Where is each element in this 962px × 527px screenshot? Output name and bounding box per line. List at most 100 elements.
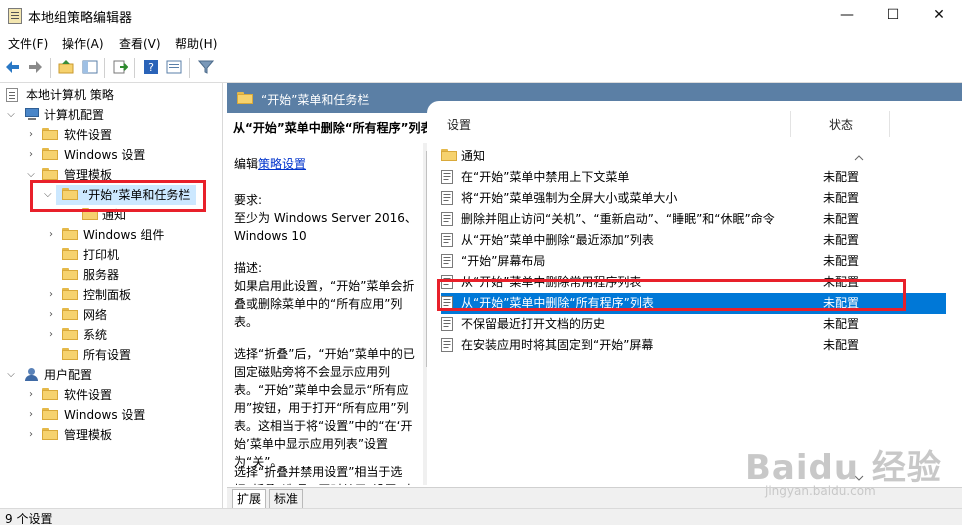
setting-name: 删除并阻止访问“关机”、“重新启动”、“睡眠”和“休眠”命令 <box>461 212 775 226</box>
folder-icon <box>62 328 78 341</box>
folder-icon <box>441 149 457 161</box>
tree-item-user-windows-settings[interactable]: › Windows 设置 <box>4 405 214 425</box>
export-list-icon[interactable] <box>112 59 128 75</box>
tree-pane: 本地计算机 策略 ⌵ 计算机配置 › 软件设置 › Windows 设置 ⌵ 管… <box>0 83 223 508</box>
folder-icon <box>42 428 58 441</box>
svg-text:?: ? <box>148 61 154 74</box>
table-row[interactable]: 在“开始”菜单中禁用上下文菜单 未配置 <box>441 167 946 188</box>
up-folder-icon[interactable] <box>58 59 74 75</box>
tab-extended[interactable]: 扩展 <box>232 489 267 509</box>
description-p3: 选择“折叠并禁用设置”相当于选择“折叠”选项，同时禁用“设置”中的 <box>234 465 415 485</box>
maximize-button[interactable]: ☐ <box>870 0 916 31</box>
collapse-arrow-icon[interactable]: › <box>46 225 56 245</box>
edit-line: 编辑策略设置 <box>234 157 307 171</box>
tree-computer-config[interactable]: ⌵ 计算机配置 <box>4 105 214 125</box>
toolbar-separator <box>134 58 135 78</box>
setting-title: 从“开始”菜单中删除“所有程序”列表 <box>233 121 433 135</box>
column-divider[interactable] <box>889 111 890 137</box>
collapse-arrow-icon[interactable]: › <box>26 405 36 425</box>
document-icon <box>6 88 22 102</box>
menu-file[interactable]: 文件(F) <box>8 35 48 52</box>
watermark-logo: Baidu 经验 <box>745 448 942 488</box>
folder-icon <box>62 228 78 241</box>
highlight-box <box>30 180 206 212</box>
category-title: “开始”菜单和任务栏 <box>261 93 370 107</box>
window-title: 本地组策略编辑器 <box>28 11 133 26</box>
description-label: 描述: <box>234 261 263 275</box>
tree-item-software[interactable]: › 软件设置 <box>4 125 214 145</box>
folder-icon <box>237 92 253 104</box>
collapse-arrow-icon[interactable]: › <box>26 385 36 405</box>
app-icon <box>8 8 22 24</box>
table-row[interactable]: 删除并阻止访问“关机”、“重新启动”、“睡眠”和“休眠”命令 未配置 <box>441 209 946 230</box>
user-icon <box>24 368 40 381</box>
column-divider[interactable] <box>790 111 791 137</box>
help-icon[interactable]: ? <box>143 59 159 75</box>
tree-item-all-settings[interactable]: 所有设置 <box>4 345 214 365</box>
collapse-arrow-icon[interactable]: › <box>26 145 36 165</box>
column-header-state[interactable]: 状态 <box>829 113 853 137</box>
folder-icon <box>62 248 78 261</box>
scroll-up-icon <box>854 155 864 161</box>
setting-name: 将“开始”菜单强制为全屏大小或菜单大小 <box>461 191 678 205</box>
watermark-url: jingyan.baidu.com <box>765 484 876 498</box>
folder-icon <box>62 288 78 301</box>
list-scrollbar[interactable] <box>852 154 866 484</box>
description-pane: 从“开始”菜单中删除“所有程序”列表 编辑策略设置 要求: 至少为 Window… <box>227 113 439 485</box>
table-row[interactable]: 从“开始”菜单中删除“最近添加”列表 未配置 <box>441 230 946 251</box>
tree-item-control-panel[interactable]: › 控制面板 <box>4 285 214 305</box>
highlight-box <box>437 279 906 311</box>
setting-name: 不保留最近打开文档的历史 <box>461 317 606 331</box>
minimize-button[interactable]: — <box>824 0 870 31</box>
tree-item-user-software[interactable]: › 软件设置 <box>4 385 214 405</box>
requirements-text: 至少为 Windows Server 2016、Windows 10 <box>234 211 417 243</box>
close-button[interactable]: ✕ <box>916 0 962 31</box>
expand-arrow-icon[interactable]: ⌵ <box>6 105 16 125</box>
expand-arrow-icon[interactable]: ⌵ <box>6 365 16 385</box>
setting-name: 在安装应用时将其固定到“开始”屏幕 <box>461 338 654 352</box>
tree-item-windows-settings[interactable]: › Windows 设置 <box>4 145 214 165</box>
show-hide-tree-icon[interactable] <box>82 59 98 75</box>
folder-icon <box>42 128 58 141</box>
list-item-folder[interactable]: 通知 <box>441 146 946 167</box>
table-row[interactable]: 将“开始”菜单强制为全屏大小或菜单大小 未配置 <box>441 188 946 209</box>
setting-name: 在“开始”菜单中禁用上下文菜单 <box>461 170 630 184</box>
collapse-arrow-icon[interactable]: › <box>26 125 36 145</box>
properties-icon[interactable] <box>166 59 182 75</box>
table-row[interactable]: 不保留最近打开文档的历史 未配置 <box>441 314 946 335</box>
folder-icon <box>42 408 58 421</box>
menu-view[interactable]: 查看(V) <box>119 35 161 52</box>
tree-item-user-admin-templates[interactable]: › 管理模板 <box>4 425 214 445</box>
tab-standard[interactable]: 标准 <box>269 489 304 509</box>
folder-icon <box>42 148 58 161</box>
column-header-setting[interactable]: 设置 <box>447 113 471 137</box>
requirements-label: 要求: <box>234 193 263 207</box>
tree-item-windows-components[interactable]: › Windows 组件 <box>4 225 214 245</box>
tree-user-config[interactable]: ⌵ 用户配置 <box>4 365 214 385</box>
status-bar: 9 个设置 <box>0 508 962 526</box>
toolbar-separator <box>104 58 105 78</box>
folder-icon <box>62 268 78 281</box>
setting-name: 从“开始”菜单中删除“最近添加”列表 <box>461 233 654 247</box>
status-text: 9 个设置 <box>5 512 53 526</box>
collapse-arrow-icon[interactable]: › <box>46 285 56 305</box>
menu-bar: 文件(F) 操作(A) 查看(V) 帮助(H) <box>0 31 962 53</box>
title-bar: 本地组策略编辑器 — ☐ ✕ <box>0 0 962 31</box>
menu-action[interactable]: 操作(A) <box>62 35 104 52</box>
tree-item-printers[interactable]: 打印机 <box>4 245 214 265</box>
menu-help[interactable]: 帮助(H) <box>175 35 217 52</box>
table-row[interactable]: “开始”屏幕布局 未配置 <box>441 251 946 272</box>
collapse-arrow-icon[interactable]: › <box>26 425 36 445</box>
description-p1: 如果启用此设置，“开始”菜单会折叠或删除菜单中的“所有应用”列表。 <box>234 279 415 329</box>
tree-item-system[interactable]: › 系统 <box>4 325 214 345</box>
collapse-arrow-icon[interactable]: › <box>46 305 56 325</box>
edit-policy-link[interactable]: 策略设置 <box>258 157 306 171</box>
forward-arrow-icon[interactable] <box>27 59 43 75</box>
filter-icon[interactable] <box>198 59 214 75</box>
table-row[interactable]: 在安装应用时将其固定到“开始”屏幕 未配置 <box>441 335 946 356</box>
tree-item-network[interactable]: › 网络 <box>4 305 214 325</box>
back-arrow-icon[interactable] <box>5 59 21 75</box>
tree-root[interactable]: 本地计算机 策略 <box>4 85 214 105</box>
collapse-arrow-icon[interactable]: › <box>46 325 56 345</box>
tree-item-server[interactable]: 服务器 <box>4 265 214 285</box>
